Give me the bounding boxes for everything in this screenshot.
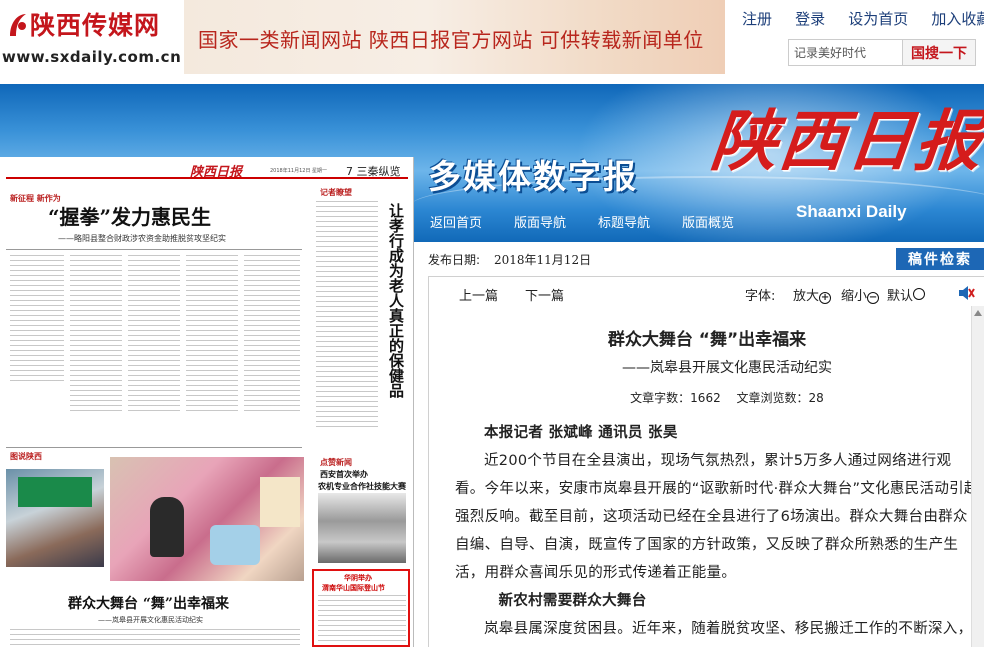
- nav-home[interactable]: 返回首页: [430, 212, 482, 231]
- newspaper-section-d: 点赞新闻: [320, 458, 352, 467]
- article-toolbar: 上一篇 下一篇 字体: 放大 + 缩小 − 默认: [429, 277, 984, 309]
- speaker-mute-icon[interactable]: [957, 285, 975, 301]
- zoom-out-label: 缩小: [841, 289, 868, 304]
- view-count: 文章浏览数：28: [736, 391, 824, 405]
- newspaper-sidebar-title[interactable]: 让孝行成为老人真正的保健品: [384, 203, 405, 403]
- newspaper-right-headline: 西安首次举办: [320, 470, 368, 479]
- font-default-icon: [913, 288, 926, 300]
- nav-page-overview[interactable]: 版面概览: [682, 212, 734, 231]
- site-brand-text: 陕西传媒网: [30, 11, 161, 40]
- brand-mark-icon: [10, 14, 26, 36]
- newspaper-section-b: 图说陕西: [10, 452, 42, 461]
- article-search-button[interactable]: 稿件检索: [896, 248, 984, 270]
- newspaper-rule: [6, 249, 302, 250]
- article-stats: 文章字数：1662 文章浏览数：28: [429, 389, 984, 406]
- site-search-input[interactable]: [788, 39, 902, 66]
- set-homepage-link[interactable]: 设为首页: [848, 8, 908, 29]
- newspaper-text-column: [128, 255, 180, 415]
- newspaper-rule: [6, 447, 302, 448]
- top-links: 注册 登录 设为首页 加入收藏: [742, 8, 984, 30]
- site-search: 国搜一下: [788, 39, 976, 66]
- newspaper-logo: 陕西日报: [190, 165, 243, 180]
- newspaper-text-column: [318, 595, 406, 645]
- zoom-in-button[interactable]: 放大 +: [793, 285, 832, 304]
- article-subtitle: ——岚皋县开展文化惠民活动纪实: [622, 360, 832, 376]
- register-link[interactable]: 注册: [742, 8, 772, 29]
- photo-figure: [150, 497, 184, 557]
- newspaper-section-c: 记者瞭望: [320, 188, 352, 197]
- article-panel: 上一篇 下一篇 字体: 放大 + 缩小 − 默认 群众大舞台 “舞”出幸福来 ——岚…: [428, 276, 984, 647]
- newspaper-photo-bw: [318, 493, 406, 563]
- publication-row: 发布日期: 2018年11月12日 稿件检索: [414, 242, 984, 272]
- site-logo[interactable]: 陕西传媒网 www.sxdaily.com.cn: [0, 0, 186, 76]
- newspaper-headline-2[interactable]: 群众大舞台 “舞”出幸福来: [68, 593, 229, 613]
- site-url: www.sxdaily.com.cn: [2, 48, 182, 66]
- article-body: 本报记者 张斌峰 通讯员 张昊 近200个节目在全县演出，现场气氛热烈，累计5万…: [455, 419, 979, 647]
- site-brand: 陕西传媒网: [6, 6, 160, 42]
- article-byline: 本报记者 张斌峰 通讯员 张昊: [484, 425, 678, 441]
- newspaper-headline-2-sub: ——岚皋县开展文化惠民活动纪实: [98, 616, 203, 624]
- newspaper-text-column: [244, 255, 300, 415]
- scroll-up-icon[interactable]: [974, 310, 982, 316]
- newspaper-date: 2018年11月12日 星期一: [270, 168, 328, 174]
- word-count: 文章字数：1662: [630, 391, 721, 405]
- slogan-banner: 国家一类新闻网站 陕西日报官方网站 可供转载新闻单位: [184, 0, 725, 74]
- add-favorite-link[interactable]: 加入收藏: [931, 8, 984, 29]
- highlight-title-1: 华阴举办: [344, 574, 372, 582]
- article-paragraph: 近200个节目在全县演出，现场气氛热烈，累计5万多人通过网络进行观看。今年以来，…: [455, 453, 979, 581]
- newspaper-headline-sub: ——略阳县整合财政涉农资金助推脱贫攻坚纪实: [58, 234, 226, 243]
- font-label: 字体:: [745, 289, 776, 304]
- slogan-text: 国家一类新闻网站 陕西日报官方网站 可供转载新闻单位: [198, 28, 704, 52]
- site-header: 陕西传媒网 www.sxdaily.com.cn 国家一类新闻网站 陕西日报官方…: [0, 0, 984, 84]
- newspaper-text-column: [186, 255, 238, 415]
- zoom-in-icon: +: [819, 292, 832, 304]
- newspaper-page-image[interactable]: 陕西日报 2018年11月12日 星期一 7 三秦纵览 新征程 新作为 记者瞭望…: [0, 157, 414, 647]
- zoom-out-icon: −: [867, 292, 880, 304]
- newspaper-page-number: 7 三秦纵览: [346, 165, 401, 178]
- masthead-paper-title: 陕西日报: [707, 102, 984, 180]
- newspaper-text-column: [316, 201, 378, 431]
- newspaper-photo-stage: [110, 457, 304, 581]
- highlight-title-2: 渭南华山国际登山节: [322, 584, 385, 592]
- newspaper-text-column: [70, 255, 122, 415]
- zoom-out-button[interactable]: 缩小 −: [841, 285, 880, 304]
- newspaper-photo-side: [6, 469, 104, 567]
- newspaper-right-headline-2[interactable]: 农机专业合作社技能大赛: [318, 481, 406, 492]
- login-link[interactable]: 登录: [795, 8, 825, 29]
- main-nav: 返回首页 版面导航 标题导航 版面概览: [414, 206, 984, 238]
- masthead-tagline: 多媒体数字报: [428, 157, 638, 196]
- pub-date-value: 2018年11月12日: [494, 253, 592, 267]
- article-scrollbar[interactable]: [971, 306, 984, 647]
- nav-title-guide[interactable]: 标题导航: [598, 212, 650, 231]
- newspaper-headline[interactable]: “握拳”发力惠民生: [48, 201, 211, 230]
- prev-article-link[interactable]: 上一篇: [459, 285, 498, 304]
- font-default-button[interactable]: 默认: [887, 285, 926, 304]
- newspaper-header: 陕西日报 2018年11月12日 星期一 7 三秦纵览: [6, 157, 408, 180]
- newspaper-text-column: [10, 629, 300, 647]
- newspaper-highlight-box[interactable]: 华阴举办 渭南华山国际登山节: [312, 569, 410, 647]
- photo-figure: [210, 525, 260, 565]
- nav-page-guide[interactable]: 版面导航: [514, 212, 566, 231]
- newspaper-text-column: [10, 255, 64, 385]
- photo-figure: [260, 477, 300, 527]
- zoom-in-label: 放大: [793, 289, 820, 304]
- next-article-link[interactable]: 下一篇: [525, 285, 564, 304]
- site-search-button[interactable]: 国搜一下: [902, 39, 976, 66]
- article-paragraph: 岚皋县属深度贫困县。近年来，随着脱贫攻坚、移民搬迁工作的不断深入，岚皋县群众的生…: [484, 621, 973, 637]
- font-default-label: 默认: [887, 289, 914, 304]
- photo-figure: [18, 477, 92, 507]
- pub-date-label: 发布日期:: [428, 253, 481, 267]
- article-title: 群众大舞台 “舞”出幸福来: [607, 330, 807, 350]
- article-subhead: 新农村需要群众大舞台: [498, 593, 647, 609]
